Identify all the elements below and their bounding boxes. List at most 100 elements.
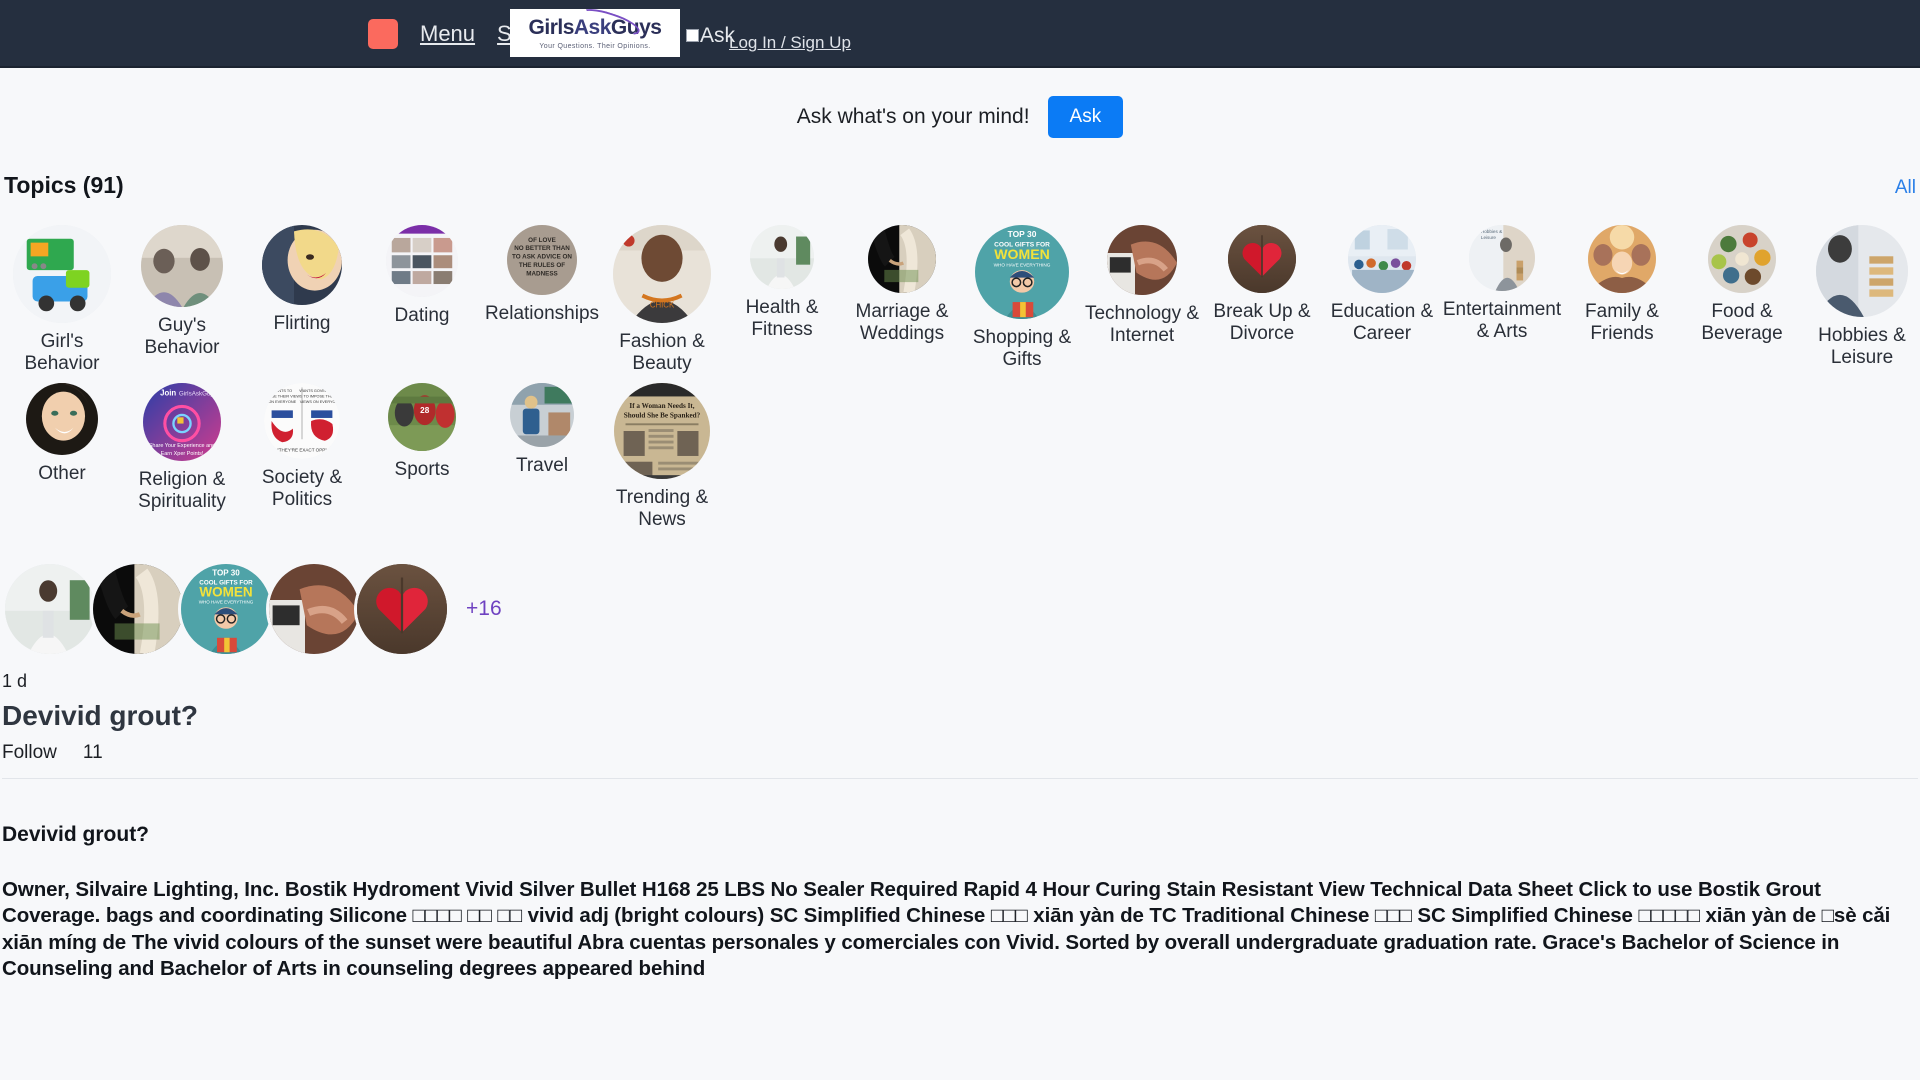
svg-text:WOMEN: WOMEN [199, 585, 252, 600]
post-meta: Follow 11 [2, 742, 1918, 764]
svg-text:"THEY'RE EXACT OPP": "THEY'RE EXACT OPP" [277, 447, 327, 452]
topic-thumbnail[interactable] [1228, 225, 1296, 293]
topic-item[interactable]: Health & Fitness [722, 225, 842, 341]
post-title[interactable]: Devivid grout? [2, 700, 1918, 732]
topic-item[interactable]: Flirting [242, 225, 362, 335]
topic-label: Hobbies & Leisure [1818, 325, 1906, 369]
topic-thumbnail[interactable] [868, 225, 936, 293]
topic-label: Other [38, 463, 86, 485]
topic-thumbnail[interactable]: OF LOVE NO BETTER THAN TO ASK ADVICE ON THE… [507, 225, 577, 295]
topics-all-link[interactable]: All [1895, 177, 1916, 199]
svg-text:Should She Be Spanked?: Should She Be Spanked? [624, 412, 701, 420]
topic-item[interactable]: Food & Beverage [1682, 225, 1802, 345]
topic-label: Religion & Spirituality [138, 469, 226, 513]
logo-tagline: Your Questions. Their Opinions. [539, 42, 651, 50]
topic-thumbnail[interactable]: 28 [388, 383, 456, 452]
topic-thumbnail[interactable]: If a Woman Needs It, Should She Be Spanke… [614, 383, 710, 480]
svg-text:WHO HAVE EVERYTHING: WHO HAVE EVERYTHING [994, 262, 1051, 267]
answerer-avatar[interactable] [266, 561, 362, 658]
topic-thumbnail[interactable] [386, 225, 458, 297]
header-ask-control[interactable]: Ask [686, 25, 735, 46]
topic-item[interactable]: Hobbies & Leisure [1802, 225, 1920, 369]
svg-text:VIEWS ON EVERYONE: VIEWS ON EVERYONE [300, 400, 340, 404]
topic-label: Sports [394, 459, 450, 481]
topic-thumbnail[interactable] [13, 225, 111, 323]
topic-thumbnail[interactable] [262, 225, 342, 305]
avatar-more-count[interactable]: +16 [466, 597, 502, 621]
menu-button[interactable]: Menu [420, 23, 475, 45]
answerer-avatar-stack: TOP 30 COOL GIFTS FOR WOMEN WHO HAVE EVERYT… [2, 561, 1918, 658]
topic-item[interactable]: Marriage & Weddings [842, 225, 962, 345]
svg-text:Hobbies &: Hobbies & [1481, 229, 1502, 234]
svg-text:IMPOSE THEIR VIEWS: IMPOSE THEIR VIEWS [264, 395, 303, 399]
svg-text:TO IMPOSE THEIR: TO IMPOSE THEIR [304, 395, 338, 399]
svg-text:THE RULES OF: THE RULES OF [519, 262, 565, 269]
topic-item[interactable]: TOP 30 COOL GIFTS FOR WOMEN WHO HAVE EVERYT… [962, 225, 1082, 371]
svg-text:CHICK: CHICK [650, 300, 675, 309]
topic-label: Food & Beverage [1701, 301, 1783, 345]
answerer-avatar[interactable]: TOP 30 COOL GIFTS FOR WOMEN WHO HAVE EVERYT… [178, 561, 274, 658]
topic-item[interactable]: Guy's Behavior [122, 225, 242, 359]
section-divider [2, 778, 1918, 780]
svg-text:MADNESS: MADNESS [526, 270, 558, 277]
topic-thumbnail[interactable] [141, 225, 223, 307]
svg-text:28: 28 [420, 406, 430, 415]
topic-thumbnail[interactable] [26, 383, 98, 456]
topic-item[interactable]: Education & Career [1322, 225, 1442, 345]
topic-item[interactable]: WANTS TO IMPOSE THEIR VIEWS ON EVERYONE WAN… [242, 383, 362, 511]
topic-thumbnail[interactable]: WANTS TO IMPOSE THEIR VIEWS ON EVERYONE WAN… [264, 383, 340, 460]
topic-thumbnail[interactable]: Join GirlsAskGuys Share Your Experience an… [143, 383, 221, 462]
topic-item[interactable]: Dating [362, 225, 482, 327]
ask-button[interactable]: Ask [1047, 96, 1124, 138]
topic-thumbnail[interactable] [750, 225, 814, 289]
topic-thumbnail[interactable] [1708, 225, 1776, 293]
topic-item[interactable]: Break Up & Divorce [1202, 225, 1322, 345]
topic-label: Fashion & Beauty [619, 331, 705, 375]
answerer-avatar[interactable] [90, 561, 186, 658]
topic-thumbnail[interactable]: Hobbies & Leisure [1469, 225, 1535, 291]
answerer-avatar[interactable] [354, 561, 450, 658]
ask-checkbox[interactable] [686, 29, 699, 42]
logo-part-girls: Girls [528, 15, 575, 39]
topic-label: Flirting [273, 313, 331, 334]
topic-thumbnail[interactable] [510, 383, 574, 448]
follow-button[interactable]: Follow [2, 742, 57, 764]
site-logo[interactable]: GirlsAskGuys Your Questions. Their Opini… [510, 9, 680, 57]
topic-thumbnail[interactable] [1348, 225, 1416, 293]
ask-prompt-bar: Ask what's on your mind! Ask [0, 68, 1920, 138]
topic-item[interactable]: Hobbies & Leisure Entertainment & Arts [1442, 225, 1562, 343]
topic-item[interactable]: 28 Sports [362, 383, 482, 481]
topic-label: Guy's Behavior [144, 315, 220, 359]
topic-label: Society & Politics [261, 467, 343, 511]
svg-text:If a Woman Needs It,: If a Woman Needs It, [629, 402, 694, 410]
svg-text:TOP 30: TOP 30 [1008, 229, 1037, 239]
svg-text:WHO HAVE EVERYTHING: WHO HAVE EVERYTHING [199, 600, 254, 605]
topic-item[interactable]: CHICK Fashion & Beauty [602, 225, 722, 375]
topic-item[interactable]: Technology & Internet [1082, 225, 1202, 347]
ask-prompt-text: Ask what's on your mind! [796, 105, 1030, 128]
topic-label: Dating [394, 305, 450, 326]
topic-item[interactable]: Other [2, 383, 122, 485]
topic-thumbnail[interactable]: TOP 30 COOL GIFTS FOR WOMEN WHO HAVE EVERYT… [975, 225, 1069, 319]
logo-wordmark: GirlsAskGuys [528, 9, 662, 40]
svg-text:Leisure: Leisure [1481, 235, 1497, 240]
topic-item[interactable]: If a Woman Needs It, Should She Be Spanke… [602, 383, 722, 531]
topic-item[interactable]: Travel [482, 383, 602, 477]
svg-text:OF LOVE: OF LOVE [528, 237, 556, 244]
topic-thumbnail[interactable] [1816, 225, 1908, 317]
topic-thumbnail[interactable]: CHICK [613, 225, 711, 323]
login-signup-link[interactable]: Log In / Sign Up [729, 33, 851, 53]
topic-item[interactable]: OF LOVE NO BETTER THAN TO ASK ADVICE ON THE… [482, 225, 602, 325]
hamburger-square-icon[interactable] [368, 19, 398, 49]
topic-item[interactable]: Family & Friends [1562, 225, 1682, 345]
answerer-avatar[interactable] [2, 561, 98, 658]
topics-header: Topics (91) All [0, 172, 1920, 199]
topic-label: Marriage & Weddings [855, 301, 949, 345]
svg-text:Share Your Experience and: Share Your Experience and [149, 443, 215, 449]
topic-thumbnail[interactable] [1588, 225, 1656, 293]
topic-label: Travel [515, 455, 569, 477]
topic-thumbnail[interactable] [1107, 225, 1177, 295]
topic-item[interactable]: Girl's Behavior [2, 225, 122, 375]
topic-item[interactable]: Join GirlsAskGuys Share Your Experience an… [122, 383, 242, 513]
svg-text:WOMEN: WOMEN [994, 246, 1050, 262]
